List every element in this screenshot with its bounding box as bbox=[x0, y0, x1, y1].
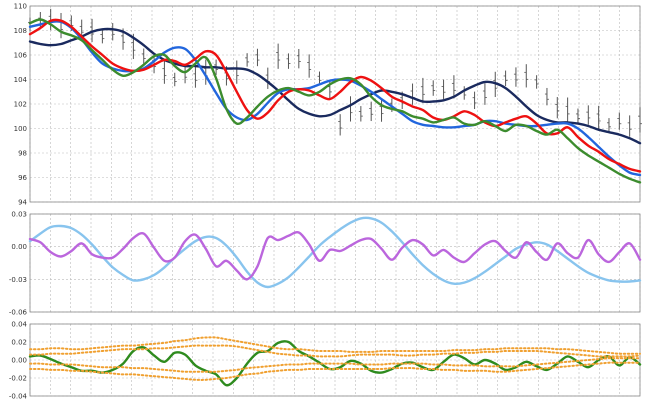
y-tick-label: -0.03 bbox=[9, 276, 27, 284]
y-tick-label: -0.02 bbox=[9, 375, 27, 383]
y-tick-label: 104 bbox=[14, 76, 28, 84]
y-tick-label: 0.00 bbox=[11, 243, 27, 251]
y-tick-label: 0.03 bbox=[11, 211, 27, 219]
y-tick-label: 100 bbox=[14, 125, 27, 133]
y-tick-label: 96 bbox=[18, 174, 27, 182]
series-line-orange bbox=[29, 344, 641, 358]
y-tick-label: 108 bbox=[14, 27, 27, 35]
chart-svg: 94 96 98 100 102 104 106 108 110 0.03 0.00 -0.03 -0.… bbox=[9, 3, 642, 401]
y-tick-label: 98 bbox=[18, 150, 27, 158]
y-tick-label: 106 bbox=[14, 52, 28, 60]
y-tick-label: 0.00 bbox=[11, 357, 27, 365]
y-tick-label: 0.02 bbox=[11, 339, 27, 347]
y-tick-label: 94 bbox=[18, 199, 27, 207]
y-tick-label: 0.04 bbox=[11, 321, 27, 329]
y-tick-label: -0.06 bbox=[9, 309, 28, 317]
chart-stage: 94 96 98 100 102 104 106 108 110 0.03 0.00 -0.03 -0.… bbox=[0, 0, 650, 403]
y-tick-label: 110 bbox=[14, 3, 27, 11]
y-tick-label: 102 bbox=[14, 101, 27, 109]
y-tick-label: -0.04 bbox=[9, 393, 28, 401]
series-line-lightblue bbox=[28, 216, 642, 289]
